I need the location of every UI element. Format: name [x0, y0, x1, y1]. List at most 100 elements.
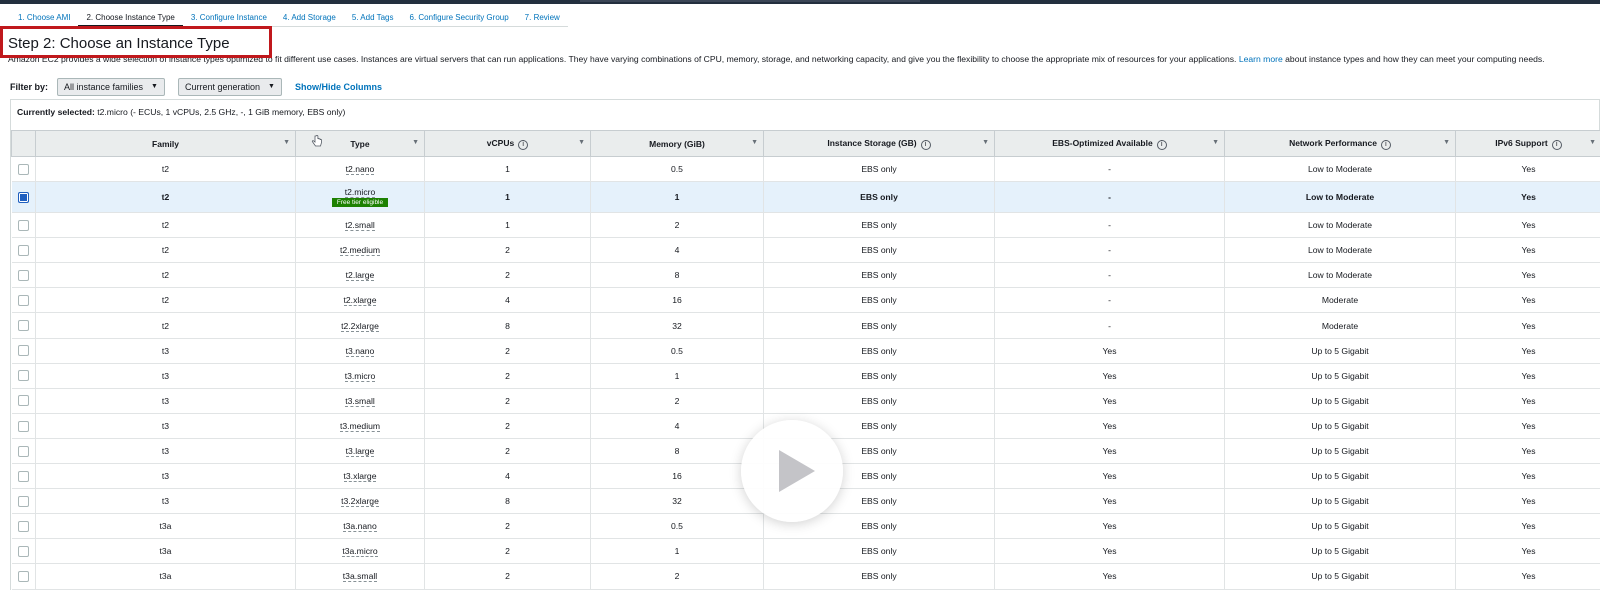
wizard-step-1[interactable]: 1. Choose AMI — [10, 9, 79, 27]
row-checkbox[interactable] — [17, 370, 29, 382]
sort-icon[interactable]: ▼ — [751, 139, 758, 146]
sort-icon[interactable]: ▼ — [1212, 139, 1219, 146]
cell-vcpus: 2 — [424, 237, 591, 264]
video-play-button[interactable] — [741, 420, 843, 522]
wizard-step-3[interactable]: 3. Configure Instance — [182, 9, 275, 27]
wizard-steps: 1. Choose AMI 2. Choose Instance Type 3. C… — [10, 9, 568, 27]
learn-more-link[interactable]: Learn more — [1239, 54, 1283, 64]
show-hide-columns-link[interactable]: Show/Hide Columns — [295, 82, 382, 92]
cell-network: Low to Moderate — [1224, 212, 1456, 239]
column-header-storage[interactable]: Instance Storage (GB) i ▼ — [763, 130, 995, 157]
info-icon[interactable]: i — [1380, 139, 1391, 150]
instance-type-label[interactable]: t3.xlarge — [343, 471, 377, 483]
cell-memory: 32 — [590, 312, 764, 339]
instance-type-label[interactable]: t3.nano — [345, 345, 375, 357]
info-icon[interactable]: i — [920, 139, 931, 150]
instance-type-label[interactable]: t3.large — [345, 445, 375, 457]
table-row[interactable]: t3 t3.small 2 2 EBS only Yes Up to 5 Gigabit Ye… — [11, 388, 1600, 414]
instance-type-label[interactable]: t3.medium — [339, 420, 381, 432]
column-header-family[interactable]: Family ▼ — [35, 130, 296, 157]
sort-icon[interactable]: ▼ — [1589, 139, 1596, 146]
cell-network: Up to 5 Gigabit — [1224, 338, 1456, 364]
wizard-step-7[interactable]: 7. Review — [516, 9, 568, 27]
instance-type-label[interactable]: t2.medium — [339, 245, 381, 257]
row-checkbox[interactable] — [17, 445, 29, 457]
table-row[interactable]: t3a t3a.small 2 2 EBS only Yes Up to 5 Gigabit… — [11, 563, 1600, 590]
cell-storage: EBS only — [763, 287, 995, 314]
wizard-step-4[interactable]: 4. Add Storage — [274, 9, 344, 27]
cell-ipv6: Yes — [1455, 212, 1600, 239]
instance-family-select[interactable]: All instance families ▼ — [57, 77, 165, 96]
cell-storage: EBS only — [763, 262, 995, 289]
row-checkbox[interactable] — [17, 269, 29, 281]
wizard-step-5[interactable]: 5. Add Tags — [343, 9, 402, 27]
info-icon[interactable]: i — [1156, 139, 1167, 150]
row-checkbox[interactable] — [17, 495, 29, 507]
row-checkbox[interactable] — [17, 244, 29, 256]
cell-vcpus: 8 — [424, 312, 591, 339]
row-checkbox[interactable] — [17, 470, 29, 482]
row-checkbox[interactable] — [17, 163, 29, 175]
cell-family: t3 — [35, 438, 296, 465]
row-checkbox[interactable] — [17, 571, 29, 583]
instance-type-label[interactable]: t2.nano — [345, 164, 375, 176]
cell-ebs: Yes — [994, 488, 1225, 515]
table-row[interactable]: t3 t3.nano 2 0.5 EBS only Yes Up to 5 Gigabit Y… — [11, 338, 1600, 364]
cell-network: Up to 5 Gigabit — [1224, 438, 1456, 465]
sort-icon[interactable]: ▼ — [283, 139, 290, 146]
instance-type-label[interactable]: t2.large — [345, 270, 375, 282]
cell-ipv6: Yes — [1455, 237, 1600, 264]
table-row[interactable]: t2 t2.xlarge 4 16 EBS only - Moderate Yes — [11, 287, 1600, 314]
instance-type-label[interactable]: t2.micro — [344, 187, 376, 199]
table-row[interactable]: t2 t2.nano 1 0.5 EBS only - Low to Moderate Yes — [11, 156, 1600, 183]
generation-select[interactable]: Current generation ▼ — [177, 77, 282, 96]
instance-type-label[interactable]: t3.small — [345, 395, 375, 407]
cell-type: t3a.micro — [295, 538, 425, 565]
table-row[interactable]: t2 t2.small 1 2 EBS only - Low to Moderate Yes — [11, 212, 1600, 239]
cell-memory: 1 — [590, 181, 764, 214]
row-checkbox[interactable] — [17, 345, 29, 357]
instance-type-label[interactable]: t3.2xlarge — [341, 496, 379, 508]
cell-network: Low to Moderate — [1224, 262, 1456, 289]
sort-icon[interactable]: ▼ — [982, 139, 989, 146]
cell-vcpus: 1 — [424, 156, 591, 183]
table-row[interactable]: t2 t2.2xlarge 8 32 EBS only - Moderate Yes — [11, 312, 1600, 339]
table-row[interactable]: t2 t2.micro Free tier eligible 1 1 EBS only - L… — [11, 181, 1600, 214]
column-header-network[interactable]: Network Performance i ▼ — [1224, 130, 1456, 157]
column-header-ebs-optimized[interactable]: EBS-Optimized Available i ▼ — [994, 130, 1225, 157]
cell-family: t2 — [35, 262, 296, 289]
instance-type-label[interactable]: t2.2xlarge — [341, 320, 379, 332]
table-row[interactable]: t2 t2.medium 2 4 EBS only - Low to Moderate Yes — [11, 237, 1600, 264]
cell-family: t2 — [35, 181, 296, 214]
instance-type-label[interactable]: t3a.small — [342, 571, 378, 583]
sort-icon[interactable]: ▼ — [578, 139, 585, 146]
cell-family: t3 — [35, 488, 296, 515]
instance-type-label[interactable]: t3a.micro — [342, 546, 378, 558]
row-checkbox[interactable] — [17, 219, 29, 231]
row-checkbox[interactable] — [17, 320, 29, 332]
instance-type-label[interactable]: t2.small — [345, 220, 375, 232]
cell-ipv6: Yes — [1455, 181, 1600, 214]
row-checkbox[interactable] — [17, 520, 29, 532]
wizard-step-2[interactable]: 2. Choose Instance Type — [78, 9, 183, 27]
column-header-ipv6[interactable]: IPv6 Support i ▼ — [1455, 130, 1600, 157]
sort-icon[interactable]: ▼ — [1443, 139, 1450, 146]
instance-type-label[interactable]: t3a.nano — [343, 521, 377, 533]
info-icon[interactable]: i — [518, 139, 529, 150]
row-checkbox[interactable] — [17, 420, 29, 432]
table-row[interactable]: t3 t3.micro 2 1 EBS only Yes Up to 5 Gigabit Ye… — [11, 363, 1600, 389]
instance-type-label[interactable]: t3.micro — [344, 370, 376, 382]
table-row[interactable]: t2 t2.large 2 8 EBS only - Low to Moderate Yes — [11, 262, 1600, 289]
row-checkbox[interactable] — [17, 295, 29, 307]
column-header-memory[interactable]: Memory (GiB) ▼ — [590, 130, 764, 157]
row-checkbox[interactable] — [17, 545, 29, 557]
row-checkbox[interactable] — [17, 191, 29, 203]
wizard-step-6[interactable]: 6. Configure Security Group — [401, 9, 517, 27]
sort-icon[interactable]: ▼ — [412, 139, 419, 146]
info-icon[interactable]: i — [1551, 139, 1562, 150]
instance-type-label[interactable]: t2.xlarge — [343, 295, 377, 307]
row-checkbox[interactable] — [17, 395, 29, 407]
column-header-vcpus[interactable]: vCPUs i ▼ — [424, 130, 591, 157]
table-row[interactable]: t3a t3a.micro 2 1 EBS only Yes Up to 5 Gigabit… — [11, 538, 1600, 565]
cell-memory: 4 — [590, 237, 764, 264]
